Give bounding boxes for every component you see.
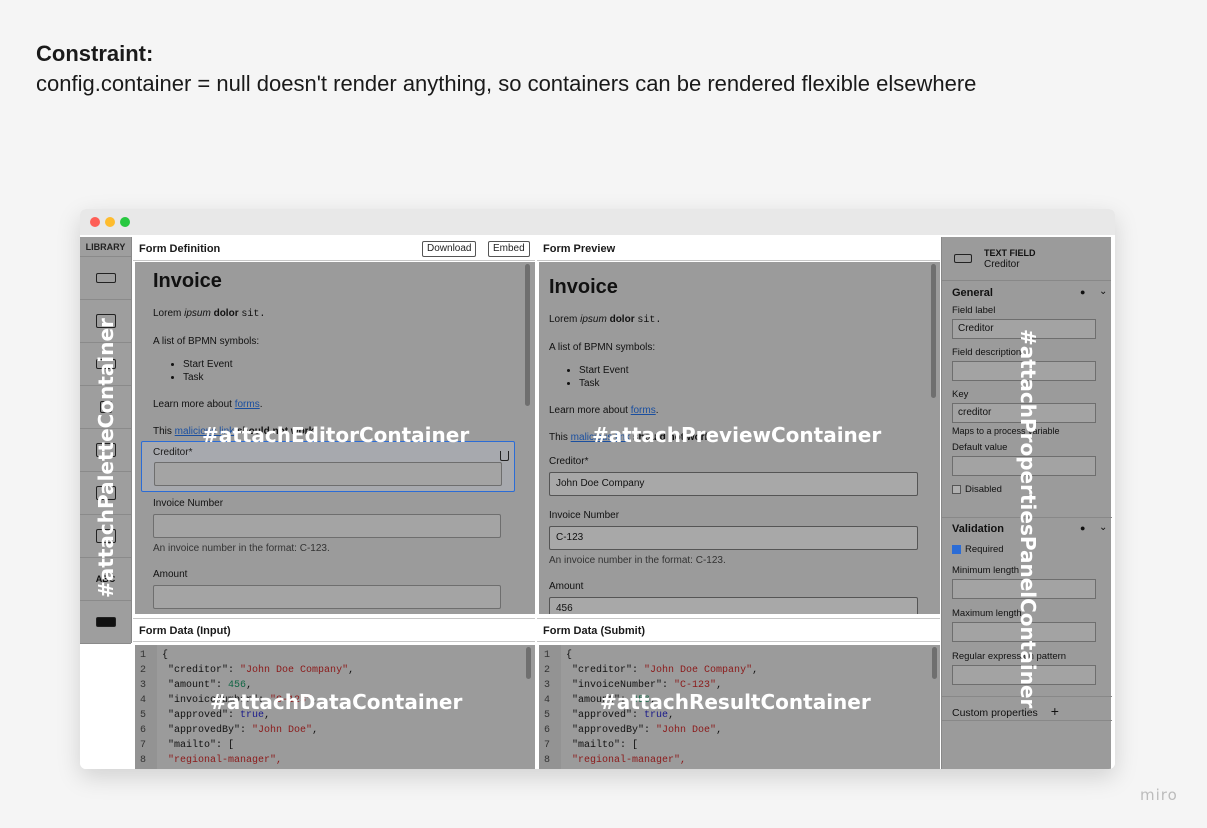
embed-button[interactable]: Embed bbox=[488, 241, 530, 257]
data-input-header: Form Data (Input) bbox=[133, 618, 535, 642]
text-field-icon bbox=[954, 254, 972, 263]
app-content: LIBRARY ABC Form Definition Download Emb… bbox=[80, 237, 1115, 769]
dot-indicator-icon: ● bbox=[1080, 287, 1086, 297]
amount-input[interactable] bbox=[153, 585, 501, 609]
preview-learn-more-text: Learn more about forms. bbox=[549, 405, 659, 416]
minimize-window-button[interactable] bbox=[105, 217, 115, 227]
data-result-title: Form Data (Submit) bbox=[543, 625, 646, 637]
code-line: 8 "regional-manager", bbox=[544, 755, 687, 766]
preview-lorem-text: Lorem ipsum dolor sit. bbox=[549, 314, 662, 326]
preview-scrollbar[interactable] bbox=[931, 264, 936, 398]
preview-creditor-input[interactable]: John Doe Company bbox=[549, 472, 918, 496]
amount-label: Amount bbox=[153, 569, 188, 580]
code-line: 1{ bbox=[544, 650, 573, 661]
list-intro: A list of BPMN symbols: bbox=[153, 336, 260, 347]
preview-title: Form Preview bbox=[543, 243, 616, 255]
download-button[interactable]: Download bbox=[422, 241, 477, 257]
properties-panel-container-label: #attachPropertiesPanelContainer bbox=[1016, 329, 1040, 709]
list-item: Start Event bbox=[579, 364, 899, 377]
preview-form-heading: Invoice bbox=[549, 276, 618, 298]
code-line: 6 "approvedBy": "John Doe", bbox=[140, 725, 319, 736]
code-line: 7 "mailto": [ bbox=[544, 740, 639, 751]
invoice-hint: An invoice number in the format: C-123. bbox=[153, 543, 330, 554]
disabled-checkbox[interactable] bbox=[952, 484, 961, 494]
form-heading: Invoice bbox=[153, 270, 222, 292]
data-input-scrollbar[interactable] bbox=[526, 647, 531, 679]
heading: Constraint: config.container = null does… bbox=[36, 40, 996, 100]
lorem-text: Lorem ipsum dolor sit. bbox=[153, 308, 266, 320]
heading-title: Constraint: bbox=[36, 41, 154, 66]
list-item: Start Event bbox=[183, 358, 503, 371]
dot-indicator-icon: ● bbox=[1080, 523, 1086, 533]
code-line: 2 "creditor": "John Doe Company", bbox=[544, 665, 759, 676]
button-icon bbox=[95, 617, 116, 627]
add-icon[interactable]: + bbox=[1051, 703, 1059, 719]
code-line: 7 "mailto": [ bbox=[140, 740, 235, 751]
heading-text: config.container = null doesn't render a… bbox=[36, 71, 977, 96]
editor-form: Invoice Lorem ipsum dolor sit. A list of… bbox=[153, 262, 503, 438]
preview-amount-input[interactable]: 456 bbox=[549, 597, 918, 614]
preview-invoice-number-label: Invoice Number bbox=[549, 510, 620, 521]
data-container-label: #attachDataContainer bbox=[210, 690, 463, 714]
field-label-label: Field label bbox=[952, 305, 996, 316]
palette-title: LIBRARY bbox=[80, 237, 131, 257]
editor-title: Form Definition bbox=[139, 243, 221, 255]
preview-header: Form Preview bbox=[537, 237, 940, 261]
result-container-label: #attachResultContainer bbox=[600, 690, 871, 714]
palette-item-button[interactable] bbox=[80, 601, 131, 644]
window-titlebar bbox=[80, 209, 1115, 235]
preview-container-label: #attachPreviewContainer bbox=[592, 423, 882, 447]
data-result-header: Form Data (Submit) bbox=[537, 618, 940, 642]
preview-list-intro: A list of BPMN symbols: bbox=[549, 342, 656, 353]
trash-icon[interactable] bbox=[500, 451, 509, 461]
bpmn-list: Start Event Task bbox=[153, 358, 503, 384]
editor-container-label: #attachEditorContainer bbox=[202, 423, 470, 447]
editor-scrollbar[interactable] bbox=[525, 264, 530, 406]
required-checkbox[interactable] bbox=[952, 544, 961, 554]
chevron-down-icon[interactable]: ⌄ bbox=[1099, 522, 1107, 533]
editor-header: Form Definition Download Embed bbox=[133, 237, 535, 261]
creditor-label: Creditor* bbox=[153, 447, 193, 458]
learn-more-text: Learn more about forms. bbox=[153, 399, 263, 410]
preview-creditor-label: Creditor* bbox=[549, 456, 589, 467]
code-line: 1{ bbox=[140, 650, 169, 661]
general-group-title[interactable]: General bbox=[952, 287, 1112, 299]
divider bbox=[942, 720, 1112, 721]
text-field-icon bbox=[95, 273, 116, 283]
list-item: Task bbox=[183, 371, 503, 384]
close-window-button[interactable] bbox=[90, 217, 100, 227]
creditor-input[interactable] bbox=[154, 462, 502, 486]
preview-forms-link[interactable]: forms bbox=[631, 405, 656, 416]
palette-container-label: #attachPaletteContainer bbox=[94, 318, 118, 598]
custom-properties-row[interactable]: Custom properties + bbox=[952, 703, 1059, 719]
data-input-title: Form Data (Input) bbox=[139, 625, 231, 637]
preview-invoice-hint: An invoice number in the format: C-123. bbox=[549, 555, 726, 566]
preview-invoice-number-input[interactable]: C-123 bbox=[549, 526, 918, 550]
selected-creditor-field[interactable]: Creditor* bbox=[141, 441, 515, 492]
maximize-window-button[interactable] bbox=[120, 217, 130, 227]
list-item: Task bbox=[579, 377, 899, 390]
invoice-number-label: Invoice Number bbox=[153, 498, 224, 509]
editor-form-lower: Invoice Number An invoice number in the … bbox=[153, 498, 503, 609]
code-line: 2 "creditor": "John Doe Company", bbox=[140, 665, 355, 676]
app-window: LIBRARY ABC Form Definition Download Emb… bbox=[80, 209, 1115, 769]
forms-link[interactable]: forms bbox=[235, 399, 260, 410]
code-line: 6 "approvedBy": "John Doe", bbox=[544, 725, 723, 736]
palette-item-text-field[interactable] bbox=[80, 257, 131, 300]
preview-amount-label: Amount bbox=[549, 581, 584, 592]
preview-bpmn-list: Start Event Task bbox=[549, 364, 899, 390]
properties-type: TEXT FIELD bbox=[984, 248, 1036, 258]
code-line: 8 "regional-manager", bbox=[140, 755, 283, 766]
miro-watermark: miro bbox=[1140, 786, 1178, 804]
properties-header: TEXT FIELD Creditor bbox=[942, 237, 1111, 281]
chevron-down-icon[interactable]: ⌄ bbox=[1099, 286, 1107, 297]
data-result-scrollbar[interactable] bbox=[932, 647, 937, 679]
properties-element-name: Creditor bbox=[984, 259, 1020, 270]
custom-properties-label: Custom properties bbox=[952, 707, 1038, 719]
invoice-number-input[interactable] bbox=[153, 514, 501, 538]
